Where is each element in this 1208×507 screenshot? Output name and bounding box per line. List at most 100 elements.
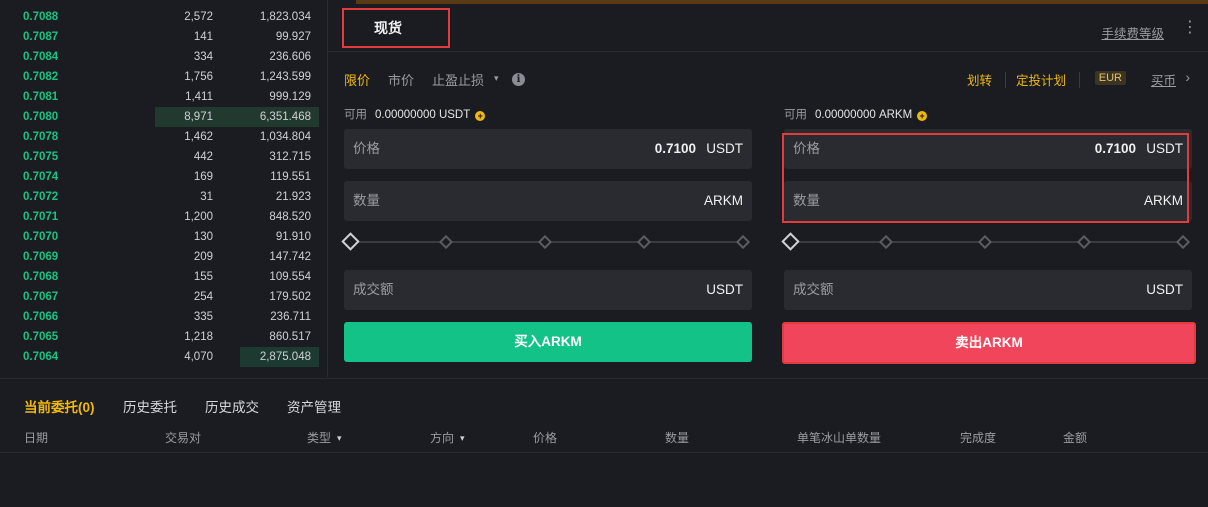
currency-badge[interactable]: EUR	[1094, 71, 1126, 85]
available-label: 可用	[344, 109, 367, 121]
row-total: 119.551	[270, 171, 311, 183]
slider-handle[interactable]	[781, 232, 800, 251]
row-quantity: 1,756	[184, 71, 213, 83]
row-quantity: 31	[200, 191, 213, 203]
order-book-row[interactable]: 0.7082 1,756 1,243.599	[7, 67, 327, 87]
row-quantity: 8,971	[184, 111, 213, 123]
order-book-row[interactable]: 0.7071 1,200 848.520	[7, 207, 327, 227]
transfer-link[interactable]: 划转	[967, 70, 992, 89]
row-price: 0.7069	[23, 251, 59, 263]
col-side[interactable]: 方向 ▾	[430, 429, 465, 446]
row-price: 0.7072	[23, 191, 59, 203]
slider-handle[interactable]	[341, 232, 360, 251]
row-price: 0.7070	[23, 231, 59, 243]
available-value: 0.00000000 ARKM	[815, 109, 913, 121]
order-book-row[interactable]: 0.7064 4,070 2,875.048	[7, 347, 327, 367]
sell-quantity-input[interactable]: 数量 ARKM	[784, 181, 1192, 221]
field-value[interactable]: 0.7100	[1095, 129, 1136, 169]
row-price: 0.7081	[23, 91, 59, 103]
order-book-row[interactable]: 0.7072 31 21.923	[7, 187, 327, 207]
order-book-row[interactable]: 0.7067 254 179.502	[7, 287, 327, 307]
row-quantity: 155	[193, 271, 213, 283]
order-book-row[interactable]: 0.7068 155 109.554	[7, 267, 327, 287]
row-price: 0.7087	[23, 31, 59, 43]
buy-price-input[interactable]: 价格 0.7100 USDT	[344, 129, 752, 169]
tab-order-history[interactable]: 历史委托	[123, 396, 177, 416]
caret-down-icon[interactable]: ▾	[494, 73, 499, 84]
row-total: 236.711	[270, 311, 311, 323]
field-unit: ARKM	[1143, 193, 1183, 208]
slider-step[interactable]	[636, 234, 652, 250]
add-funds-icon[interactable]: +	[917, 111, 928, 121]
order-book-row[interactable]: 0.7074 169 119.551	[7, 167, 327, 187]
order-book-row[interactable]: 0.7088 2,572 1,823.034	[7, 7, 327, 27]
caret-down-icon[interactable]: ▾	[337, 433, 342, 443]
chevron-right-icon[interactable]: ›	[1185, 69, 1190, 85]
row-price: 0.7082	[23, 71, 59, 83]
tab-open-orders[interactable]: 当前委托(0)	[24, 396, 95, 416]
sell-price-input[interactable]: 价格 0.7100 USDT	[784, 129, 1192, 169]
row-price: 0.7065	[23, 331, 59, 343]
order-book-row[interactable]: 0.7070 130 91.910	[7, 227, 327, 247]
col-qty: 数量	[665, 431, 690, 445]
row-quantity: 254	[193, 291, 213, 303]
order-type-market[interactable]: 市价	[388, 70, 414, 89]
divider	[1079, 72, 1080, 88]
order-book-row[interactable]: 0.7075 442 312.715	[7, 147, 327, 167]
row-total: 1,034.804	[259, 131, 311, 143]
recurring-plan-link[interactable]: 定投计划	[1016, 70, 1066, 89]
row-price: 0.7088	[23, 11, 59, 23]
buy-coin-link[interactable]: 买币	[1151, 70, 1176, 89]
sell-button[interactable]: 卖出ARKM	[782, 322, 1196, 364]
order-book-row[interactable]: 0.7065 1,218 860.517	[7, 327, 327, 347]
order-book-row[interactable]: 0.7066 335 236.711	[7, 307, 327, 327]
buy-quantity-input[interactable]: 数量 ARKM	[344, 181, 752, 221]
tab-spot[interactable]: 现货	[342, 8, 450, 48]
fee-level-link[interactable]: 手续费等级	[1101, 23, 1164, 42]
slider-step[interactable]	[438, 234, 454, 250]
row-price: 0.7066	[23, 311, 59, 323]
order-book-row[interactable]: 0.7084 334 236.606	[7, 47, 327, 67]
field-value[interactable]: 0.7100	[655, 129, 696, 169]
field-label: 成交额	[793, 282, 834, 297]
slider-step[interactable]	[735, 234, 751, 250]
order-book-row[interactable]: 0.7078 1,462 1,034.804	[7, 127, 327, 147]
buy-percent-slider[interactable]	[341, 232, 751, 251]
buy-available-balance: 可用 0.00000000 USDT +	[344, 106, 486, 122]
order-book-row[interactable]: 0.7087 141 99.927	[7, 27, 327, 47]
row-total: 999.129	[269, 91, 311, 103]
row-price: 0.7080	[23, 111, 59, 123]
order-type-limit[interactable]: 限价	[344, 70, 370, 89]
tab-trade-history[interactable]: 历史成交	[205, 396, 259, 416]
slider-step[interactable]	[1076, 234, 1092, 250]
row-quantity: 209	[193, 251, 213, 263]
add-funds-icon[interactable]: +	[475, 111, 486, 121]
available-value: 0.00000000 USDT	[375, 109, 471, 121]
sell-available-balance: 可用 0.00000000 ARKM +	[784, 106, 928, 122]
order-book-row[interactable]: 0.7080 8,971 6,351.468	[7, 107, 327, 127]
slider-step[interactable]	[537, 234, 553, 250]
sell-percent-slider[interactable]	[781, 232, 1191, 251]
slider-step[interactable]	[977, 234, 993, 250]
more-vertical-icon[interactable]: ⋮	[1182, 20, 1198, 37]
buy-button[interactable]: 买入ARKM	[344, 322, 752, 362]
tab-assets[interactable]: 资产管理	[287, 396, 341, 416]
caret-down-icon[interactable]: ▾	[460, 433, 465, 443]
buy-total-input[interactable]: 成交额 USDT	[344, 270, 752, 310]
col-type[interactable]: 类型 ▾	[307, 429, 342, 446]
order-book-row[interactable]: 0.7069 209 147.742	[7, 247, 327, 267]
row-quantity: 1,462	[184, 131, 213, 143]
slider-step[interactable]	[1175, 234, 1191, 250]
row-price: 0.7075	[23, 151, 59, 163]
available-label: 可用	[784, 109, 807, 121]
sell-total-input[interactable]: 成交额 USDT	[784, 270, 1192, 310]
slider-step[interactable]	[878, 234, 894, 250]
row-total: 6,351.468	[259, 111, 311, 123]
order-type-stop[interactable]: 止盈止损	[432, 70, 484, 89]
row-price: 0.7078	[23, 131, 59, 143]
order-book-row[interactable]: 0.7081 1,411 999.129	[7, 87, 327, 107]
field-label: 数量	[353, 193, 380, 208]
row-price: 0.7064	[23, 351, 59, 363]
info-icon[interactable]: i	[512, 73, 525, 86]
field-label: 成交额	[353, 282, 394, 297]
